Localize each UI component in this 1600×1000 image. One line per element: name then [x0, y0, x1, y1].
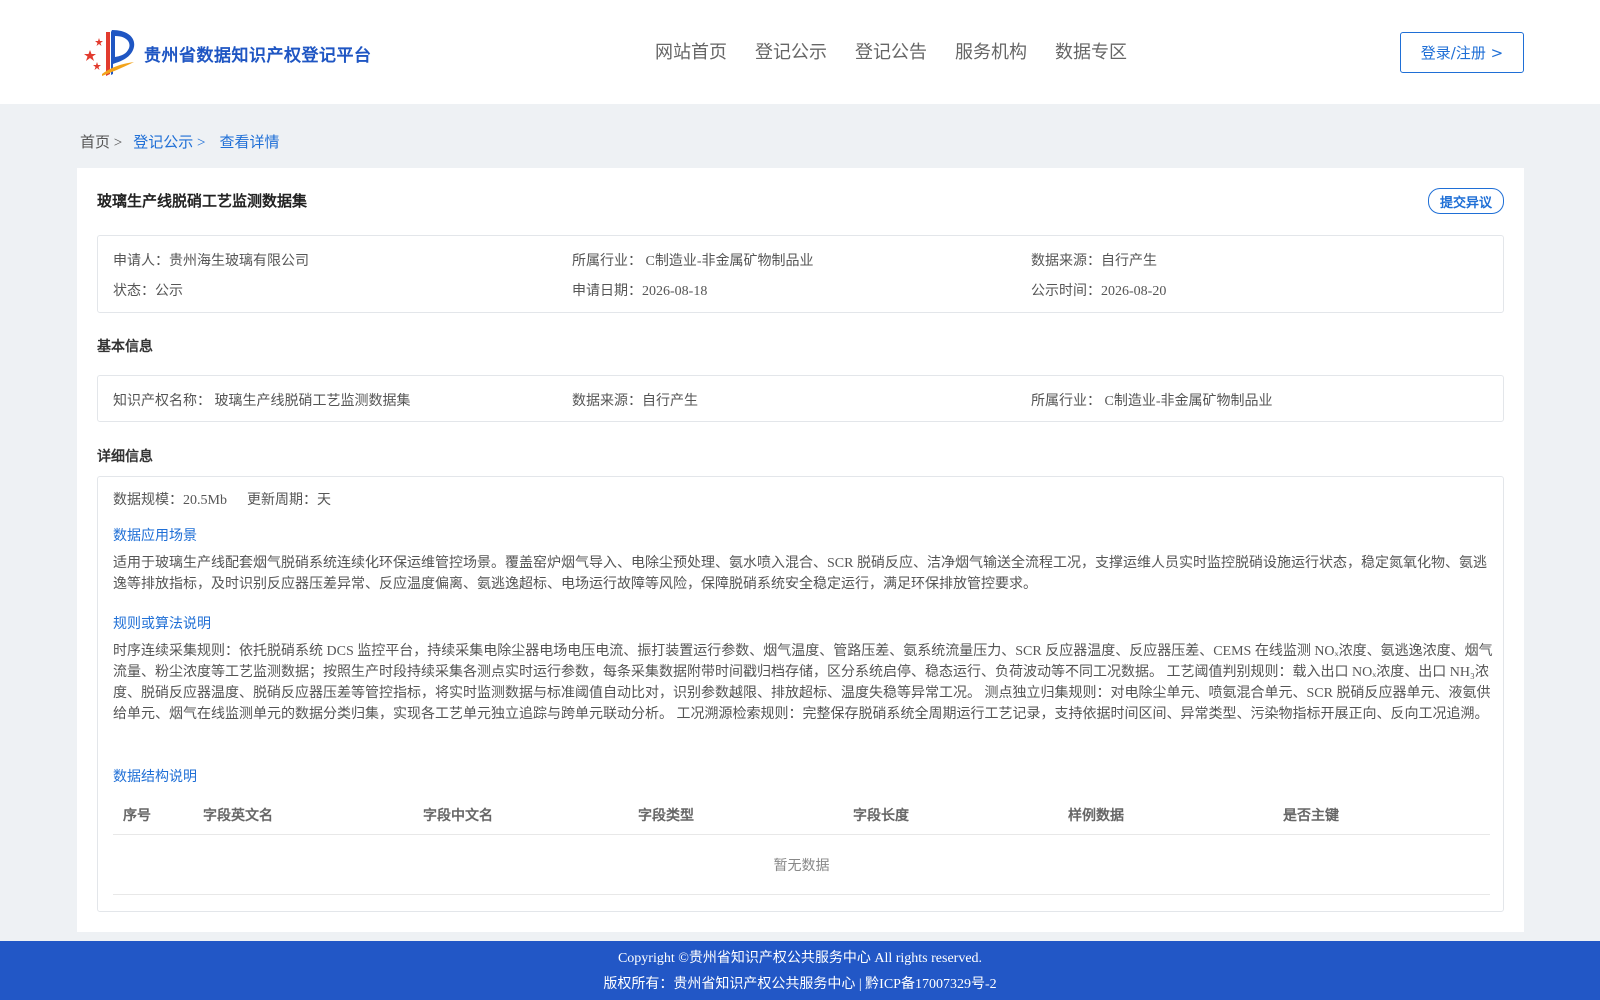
- footer-record: 版权所有：贵州省知识产权公共服务中心 | 黔ICP备17007329号-2: [603, 977, 997, 992]
- nav-item-home[interactable]: 网站首页: [655, 38, 727, 64]
- update-cycle-text: 更新周期：天: [247, 493, 331, 508]
- applicant-text: 申请人：贵州海生玻璃有限公司: [113, 254, 309, 269]
- apply-date-text: 申请日期：2026-08-18: [572, 284, 708, 299]
- structure-table-header: 序号 字段英文名 字段中文名 字段类型 字段长度 样例数据 是否主键: [113, 799, 1490, 835]
- footer-copyright: Copyright ©贵州省知识产权公共服务中心 All rights rese…: [617, 951, 983, 966]
- breadcrumb-home[interactable]: 首页 >: [80, 131, 122, 152]
- table-header-cell: 序号: [123, 809, 151, 824]
- basic-industry-text: 所属行业： C制造业-非金属矿物制品业: [1031, 394, 1273, 409]
- industry-text: 所属行业： C制造业-非金属矿物制品业: [572, 254, 814, 269]
- detail-info-heading: 详细信息: [97, 449, 153, 465]
- breadcrumb: 首页 > 登记公示 > 查看详情: [80, 131, 279, 152]
- ip-name-text: 知识产权名称： 玻璃生产线脱硝工艺监测数据集: [113, 394, 411, 409]
- basic-info-heading: 基本信息: [97, 339, 153, 355]
- status-text: 状态：公示: [113, 284, 183, 299]
- table-header-cell: 字段类型: [638, 809, 694, 824]
- nav-item-data-zone[interactable]: 数据专区: [1055, 38, 1127, 64]
- table-header-cell: 是否主键: [1283, 809, 1339, 824]
- nav-item-registration-announcement[interactable]: 登记公告: [855, 38, 927, 64]
- site-footer: Copyright ©贵州省知识产权公共服务中心 All rights rese…: [0, 941, 1600, 1000]
- main-nav: 网站首页 登记公示 登记公告 服务机构 数据专区: [655, 38, 1155, 64]
- source-text: 数据来源：自行产生: [1031, 254, 1157, 269]
- table-header-cell: 样例数据: [1068, 809, 1124, 824]
- logo-emblem-icon: [84, 30, 135, 76]
- detail-card: 玻璃生产线脱硝工艺监测数据集 提交异议 申请人：贵州海生玻璃有限公司 所属行业：…: [77, 168, 1524, 932]
- rules-text: 时序连续采集规则：依托脱硝系统 DCS 监控平台，持续采集电除尘器电场电压电流、…: [113, 644, 1493, 722]
- submit-objection-button[interactable]: 提交异议: [1428, 188, 1504, 214]
- rules-heading: 规则或算法说明: [113, 617, 211, 632]
- publish-time-text: 公示时间：2026-08-20: [1031, 284, 1167, 299]
- basic-source-text: 数据来源：自行产生: [572, 394, 698, 409]
- nav-item-registration-public[interactable]: 登记公示: [755, 38, 827, 64]
- summary-panel: 申请人：贵州海生玻璃有限公司 所属行业： C制造业-非金属矿物制品业 数据来源：…: [97, 235, 1504, 313]
- scenario-text: 适用于玻璃生产线配套烟气脱硝系统连续化环保运维管控场景。覆盖窑炉烟气导入、电除尘…: [113, 556, 1487, 592]
- table-header-cell: 字段中文名: [423, 809, 493, 824]
- page-title: 玻璃生产线脱硝工艺监测数据集: [97, 192, 308, 210]
- breadcrumb-registration-public[interactable]: 登记公示 >: [133, 131, 205, 152]
- data-scale-text: 数据规模：20.5Mb: [113, 493, 227, 508]
- structure-heading: 数据结构说明: [113, 770, 197, 785]
- site-logo[interactable]: 贵州省数据知识产权登记平台: [80, 28, 372, 78]
- table-header-cell: 字段英文名: [203, 809, 273, 824]
- scenario-heading: 数据应用场景: [113, 529, 197, 544]
- breadcrumb-current: 查看详情: [219, 135, 280, 151]
- basic-info-panel: 知识产权名称： 玻璃生产线脱硝工艺监测数据集 数据来源：自行产生 所属行业： C…: [97, 375, 1504, 422]
- site-header: 贵州省数据知识产权登记平台 网站首页 登记公示 登记公告 服务机构 数据专区 登…: [0, 0, 1600, 104]
- table-empty-state: 暂无数据: [113, 835, 1490, 895]
- logo-text: 贵州省数据知识产权登记平台: [144, 45, 372, 66]
- login-register-button[interactable]: 登录/注册 >: [1400, 32, 1524, 73]
- table-header-cell: 字段长度: [853, 809, 909, 824]
- detail-info-panel: 数据规模：20.5Mb 更新周期：天 数据应用场景 适用于玻璃生产线配套烟气脱硝…: [97, 476, 1504, 912]
- nav-item-service-agencies[interactable]: 服务机构: [955, 38, 1027, 64]
